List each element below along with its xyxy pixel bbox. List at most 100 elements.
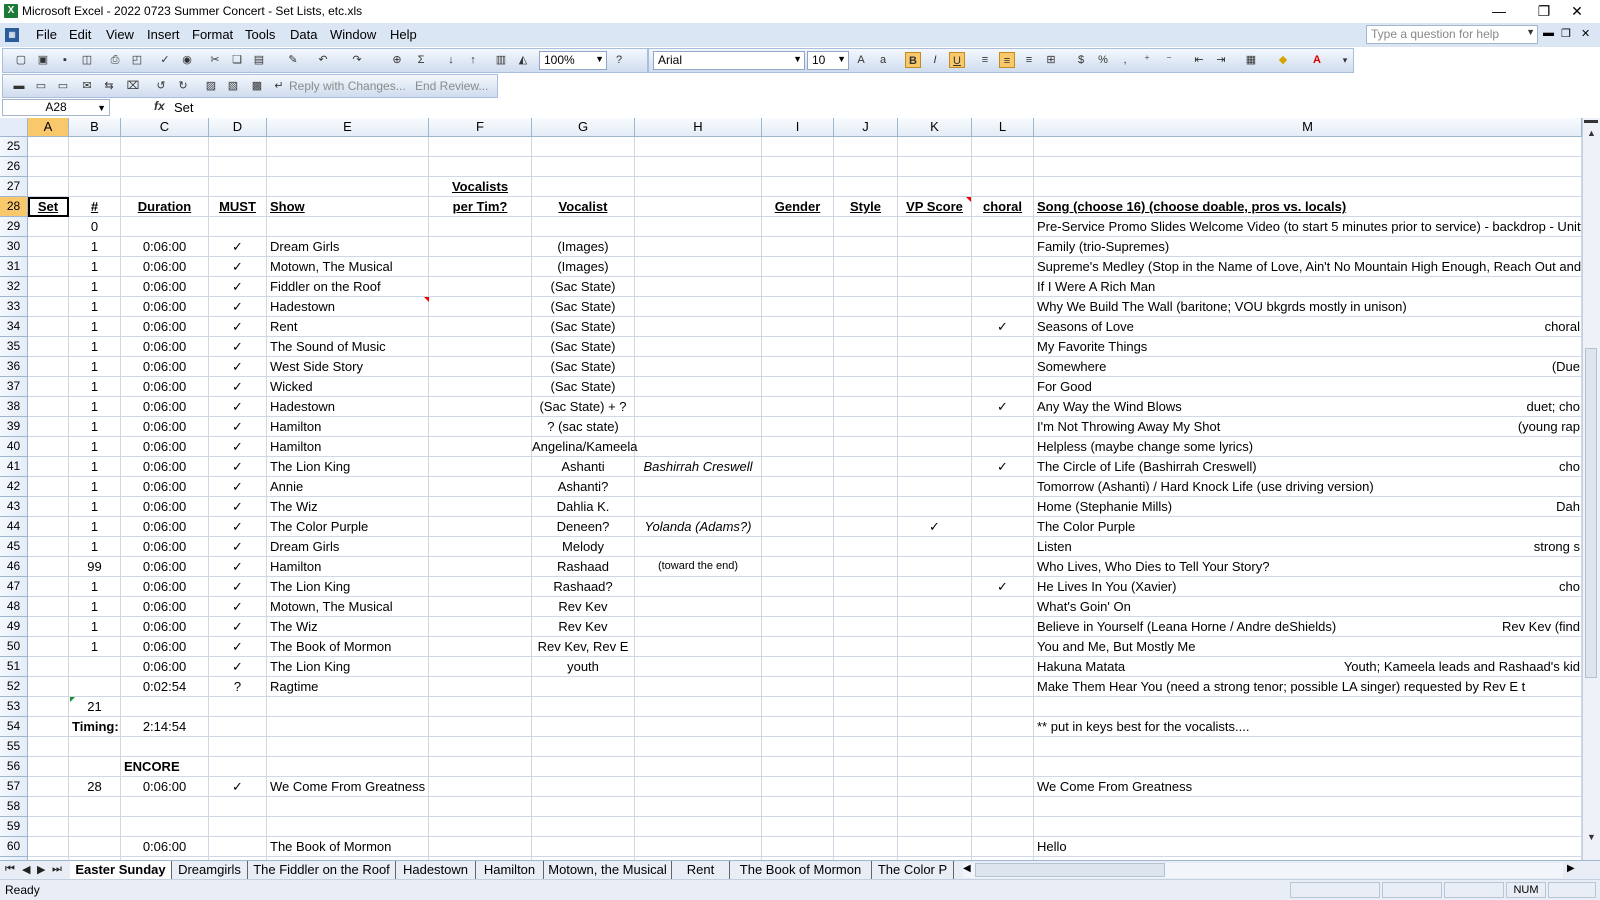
- cell-d37[interactable]: ✓: [209, 377, 267, 397]
- cell-m58[interactable]: [1034, 797, 1582, 817]
- row-header[interactable]: 59: [0, 817, 28, 837]
- cell-b53[interactable]: 21: [69, 697, 121, 717]
- cell-a57[interactable]: [28, 777, 69, 797]
- open-icon[interactable]: ▣: [35, 52, 51, 68]
- cell-l41[interactable]: ✓: [972, 457, 1034, 477]
- cell-i44[interactable]: [762, 517, 834, 537]
- cell-k39[interactable]: [898, 417, 972, 437]
- cell-e42[interactable]: Annie: [267, 477, 429, 497]
- cell-c43[interactable]: 0:06:00: [121, 497, 209, 517]
- cell-e49[interactable]: The Wiz: [267, 617, 429, 637]
- column-header-m[interactable]: M: [1034, 118, 1582, 137]
- row-header[interactable]: 26: [0, 157, 28, 177]
- cell-l29[interactable]: [972, 217, 1034, 237]
- cell-h51[interactable]: [635, 657, 762, 677]
- cell-j25[interactable]: [834, 137, 898, 157]
- cell-g58[interactable]: [532, 797, 635, 817]
- cell-l57[interactable]: [972, 777, 1034, 797]
- cell-j37[interactable]: [834, 377, 898, 397]
- cell-g44[interactable]: Deneen?: [532, 517, 635, 537]
- cell-g31[interactable]: (Images): [532, 257, 635, 277]
- cell-m42[interactable]: Tomorrow (Ashanti) / Hard Knock Life (us…: [1034, 477, 1582, 497]
- cell-a33[interactable]: [28, 297, 69, 317]
- cell-d28[interactable]: MUST: [209, 197, 267, 217]
- cell-k34[interactable]: [898, 317, 972, 337]
- row-header[interactable]: 50: [0, 637, 28, 657]
- cell-k32[interactable]: [898, 277, 972, 297]
- currency-icon[interactable]: $: [1073, 52, 1089, 68]
- cell-f43[interactable]: [429, 497, 532, 517]
- cell-h33[interactable]: [635, 297, 762, 317]
- cell-h60[interactable]: [635, 837, 762, 857]
- font-size-select[interactable]: 10 ▼: [807, 51, 849, 70]
- cell-k57[interactable]: [898, 777, 972, 797]
- cell-e54[interactable]: [267, 717, 429, 737]
- last-sheet-icon[interactable]: ⏭: [52, 863, 62, 876]
- cell-i50[interactable]: [762, 637, 834, 657]
- end-review-button[interactable]: End Review...: [415, 79, 488, 93]
- cell-m43[interactable]: Home (Stephanie Mills): [1034, 497, 1582, 517]
- cell-m35[interactable]: My Favorite Things: [1034, 337, 1582, 357]
- cell-f50[interactable]: [429, 637, 532, 657]
- cell-f53[interactable]: [429, 697, 532, 717]
- cell-i34[interactable]: [762, 317, 834, 337]
- cell-d44[interactable]: ✓: [209, 517, 267, 537]
- chevron-down-icon[interactable]: ▼: [595, 54, 604, 64]
- cell-l59[interactable]: [972, 817, 1034, 837]
- underline-icon[interactable]: U: [949, 52, 965, 68]
- menu-edit[interactable]: Edit: [69, 27, 91, 42]
- split-handle[interactable]: [1584, 120, 1598, 123]
- cell-l36[interactable]: [972, 357, 1034, 377]
- cell-f28[interactable]: per Tim?: [429, 197, 532, 217]
- cell-j52[interactable]: [834, 677, 898, 697]
- cell-d35[interactable]: ✓: [209, 337, 267, 357]
- cell-i26[interactable]: [762, 157, 834, 177]
- spelling-icon[interactable]: ✓: [157, 52, 173, 68]
- cell-g56[interactable]: [532, 757, 635, 777]
- close-button[interactable]: ✕: [1554, 0, 1600, 23]
- cell-i37[interactable]: [762, 377, 834, 397]
- cell-m46[interactable]: Who Lives, Who Dies to Tell Your Story?: [1034, 557, 1582, 577]
- cell-f47[interactable]: [429, 577, 532, 597]
- row-header[interactable]: 43: [0, 497, 28, 517]
- cell-i45[interactable]: [762, 537, 834, 557]
- cell-l43[interactable]: [972, 497, 1034, 517]
- cell-h48[interactable]: [635, 597, 762, 617]
- cell-e34[interactable]: Rent: [267, 317, 429, 337]
- menu-file[interactable]: File: [36, 27, 57, 42]
- borders-icon[interactable]: ▦: [1243, 52, 1259, 68]
- cell-i47[interactable]: [762, 577, 834, 597]
- cell-d33[interactable]: ✓: [209, 297, 267, 317]
- cell-k26[interactable]: [898, 157, 972, 177]
- cell-g57[interactable]: [532, 777, 635, 797]
- cell-m27[interactable]: [1034, 177, 1582, 197]
- cell-l30[interactable]: [972, 237, 1034, 257]
- align-right-icon[interactable]: ≡: [1021, 52, 1037, 68]
- cell-m31[interactable]: Supreme's Medley (Stop in the Name of Lo…: [1034, 257, 1582, 277]
- cell-e47[interactable]: The Lion King: [267, 577, 429, 597]
- cell-i35[interactable]: [762, 337, 834, 357]
- cell-k33[interactable]: [898, 297, 972, 317]
- cell-d40[interactable]: ✓: [209, 437, 267, 457]
- cell-a35[interactable]: [28, 337, 69, 357]
- cell-f44[interactable]: [429, 517, 532, 537]
- cell-m36[interactable]: Somewhere: [1034, 357, 1582, 377]
- cell-l51[interactable]: [972, 657, 1034, 677]
- cell-i32[interactable]: [762, 277, 834, 297]
- cell-i60[interactable]: [762, 837, 834, 857]
- column-header-g[interactable]: G: [532, 118, 635, 137]
- cell-j48[interactable]: [834, 597, 898, 617]
- row-header[interactable]: 49: [0, 617, 28, 637]
- cell-b30[interactable]: 1: [69, 237, 121, 257]
- menu-view[interactable]: View: [106, 27, 134, 42]
- cell-f56[interactable]: [429, 757, 532, 777]
- cell-g55[interactable]: [532, 737, 635, 757]
- cell-g49[interactable]: Rev Kev: [532, 617, 635, 637]
- cell-c27[interactable]: [121, 177, 209, 197]
- scroll-down-icon[interactable]: ▼: [1587, 832, 1596, 842]
- cell-k42[interactable]: [898, 477, 972, 497]
- cell-d46[interactable]: ✓: [209, 557, 267, 577]
- cell-a28[interactable]: Set: [28, 197, 69, 217]
- row-header[interactable]: 35: [0, 337, 28, 357]
- cell-l46[interactable]: [972, 557, 1034, 577]
